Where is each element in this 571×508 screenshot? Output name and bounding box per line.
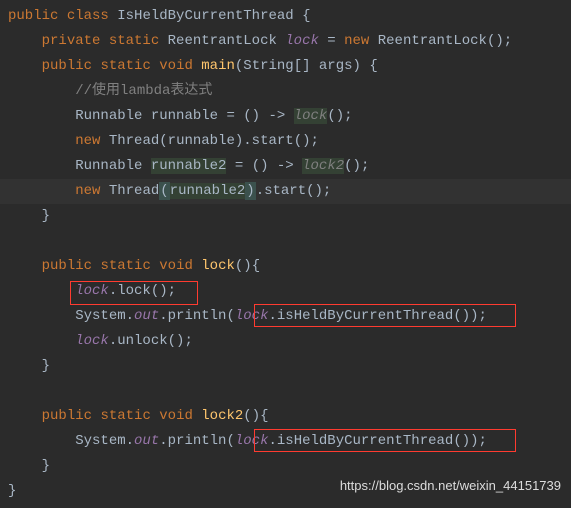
call: .lock(); [109,283,176,299]
call: () [344,158,361,174]
call: .start() [256,183,323,199]
semicolon: ; [344,108,352,124]
call: .println( [159,308,235,324]
lambda: () -> [243,108,285,124]
keyword: static [100,258,150,274]
brace: { [369,58,377,74]
keyword: void [159,258,193,274]
code-line: Runnable runnable = () -> lock(); [0,104,571,129]
keyword: public [42,58,92,74]
brace: { [302,8,310,24]
field-ref: lock [235,433,269,449]
brace: } [42,458,50,474]
keyword: void [159,408,193,424]
call: .unlock(); [109,333,193,349]
field-name: lock [285,33,319,49]
comment: //使用lambda表达式 [75,83,212,99]
code-line: } [0,354,571,379]
blank-line [0,229,571,254]
call: .start() [243,133,310,149]
call: .println( [159,433,235,449]
type: Runnable [75,108,142,124]
code-line: public class IsHeldByCurrentThread { [0,4,571,29]
field-ref: out [134,433,159,449]
close: ); [470,433,487,449]
keyword: private [42,33,101,49]
class-ref: System. [75,433,134,449]
call: () [327,108,344,124]
code-line: public static void main(String[] args) { [0,54,571,79]
arg: runnable2 [170,183,246,199]
keyword: new [344,33,369,49]
type: Thread [109,183,159,199]
blank-line [0,379,571,404]
keyword: static [100,58,150,74]
keyword: void [159,58,193,74]
field-ref: lock [75,333,109,349]
operator: = [327,33,335,49]
variable: runnable [151,108,218,124]
keyword: new [75,133,100,149]
brace: } [42,208,50,224]
keyword: public [8,8,58,24]
brace: { [260,408,268,424]
keyword: public [42,258,92,274]
code-line: lock.lock(); [0,279,571,304]
field-ref: lock [235,308,269,324]
semicolon: ; [311,133,319,149]
operator: = [226,108,234,124]
code-editor[interactable]: public class IsHeldByCurrentThread { pri… [0,0,571,508]
class-name: IsHeldByCurrentThread [117,8,293,24]
code-line: new Thread(runnable).start(); [0,129,571,154]
call: .isHeldByCurrentThread() [268,433,470,449]
code-line: System.out.println(lock.isHeldByCurrentT… [0,304,571,329]
keyword: static [100,408,150,424]
type: ReentrantLock [168,33,277,49]
lambda: () -> [252,158,294,174]
field-ref: out [134,308,159,324]
watermark: https://blog.csdn.net/weixin_44151739 [340,473,561,498]
method-name: lock2 [201,408,243,424]
constructor: ReentrantLock() [378,33,504,49]
params: (String[] args) [235,58,361,74]
code-line: } [0,204,571,229]
field-ref: lock [75,283,109,299]
code-line: public static void lock2(){ [0,404,571,429]
class-ref: System. [75,308,134,324]
semicolon: ; [323,183,331,199]
type: Runnable [75,158,142,174]
keyword: new [75,183,100,199]
code-line: Runnable runnable2 = () -> lock2(); [0,154,571,179]
brace: } [8,483,16,499]
semicolon: ; [504,33,512,49]
args: (runnable) [159,133,243,149]
method-ref: lock2 [302,158,344,174]
call: .isHeldByCurrentThread() [268,308,470,324]
code-line: System.out.println(lock.isHeldByCurrentT… [0,429,571,454]
type: Thread [109,133,159,149]
code-line: lock.unlock(); [0,329,571,354]
semicolon: ; [361,158,369,174]
variable: runnable2 [151,158,227,174]
code-line: private static ReentrantLock lock = new … [0,29,571,54]
keyword: public [42,408,92,424]
paren-close: ) [245,182,255,200]
brace: { [252,258,260,274]
code-line-active: new Thread(runnable2).start(); [0,179,571,204]
method-name: lock [201,258,235,274]
close: ); [470,308,487,324]
keyword: class [67,8,109,24]
paren-open: ( [159,182,169,200]
operator: = [235,158,243,174]
method-name: main [201,58,235,74]
method-ref: lock [294,108,328,124]
keyword: static [109,33,159,49]
brace: } [42,358,50,374]
code-line: //使用lambda表达式 [0,79,571,104]
code-line: public static void lock(){ [0,254,571,279]
